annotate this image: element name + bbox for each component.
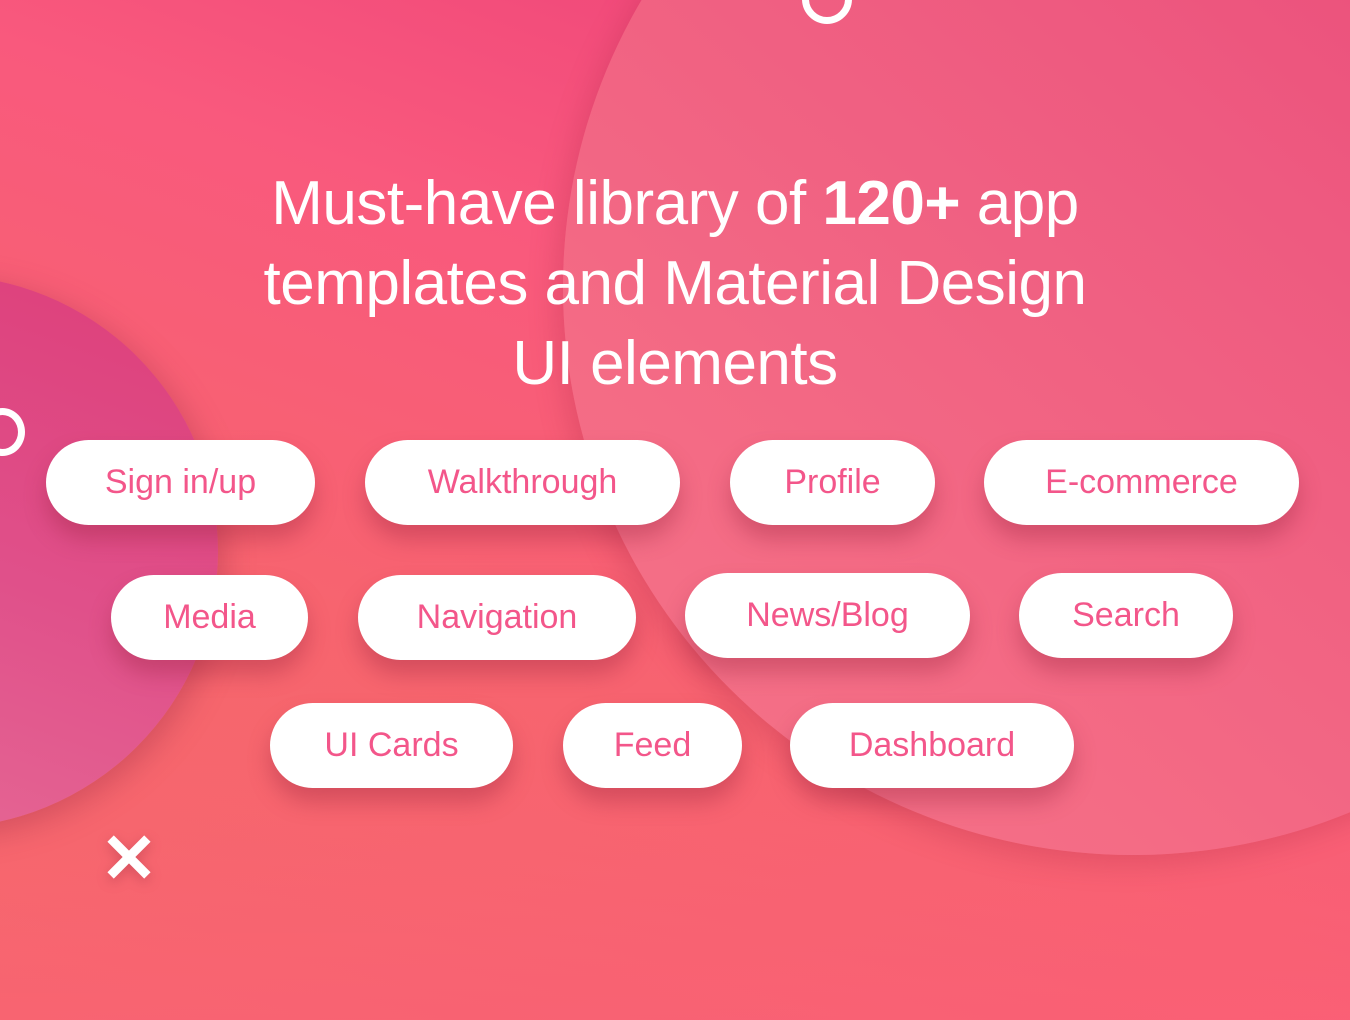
pill-news-blog[interactable]: News/Blog	[685, 573, 970, 658]
pill-label: Walkthrough	[427, 463, 618, 501]
pill-label: E-commerce	[1045, 463, 1238, 501]
headline-line-3: UI elements	[512, 328, 838, 398]
pill-label: Search	[1072, 596, 1180, 634]
pill-e-commerce[interactable]: E-commerce	[984, 440, 1299, 525]
pill-label: Navigation	[416, 598, 578, 636]
pill-search[interactable]: Search	[1019, 573, 1233, 658]
pill-label: Dashboard	[848, 726, 1016, 764]
pill-label: Media	[163, 598, 256, 636]
pill-walkthrough[interactable]: Walkthrough	[365, 440, 680, 525]
x-icon	[108, 836, 150, 878]
pill-label: Profile	[784, 463, 881, 501]
pill-label: Feed	[613, 726, 692, 764]
pill-profile[interactable]: Profile	[730, 440, 935, 525]
headline-text: Must-have library of	[271, 168, 823, 238]
headline-count: 120+	[822, 168, 961, 238]
pill-feed[interactable]: Feed	[563, 703, 742, 788]
pill-navigation[interactable]: Navigation	[358, 575, 636, 660]
headline-text: app	[960, 168, 1079, 238]
pill-label: Sign in/up	[104, 463, 257, 501]
pill-ui-cards[interactable]: UI Cards	[270, 703, 513, 788]
pill-media[interactable]: Media	[111, 575, 308, 660]
pill-label: News/Blog	[746, 596, 909, 634]
headline-line-2: templates and Material Design	[263, 248, 1087, 318]
pill-label: UI Cards	[324, 726, 459, 764]
headline: Must-have library of 120+ app templates …	[0, 164, 1350, 404]
headline-line-1: Must-have library of 120+ app	[0, 164, 1350, 244]
pill-sign-in-up[interactable]: Sign in/up	[46, 440, 315, 525]
pill-dashboard[interactable]: Dashboard	[790, 703, 1074, 788]
